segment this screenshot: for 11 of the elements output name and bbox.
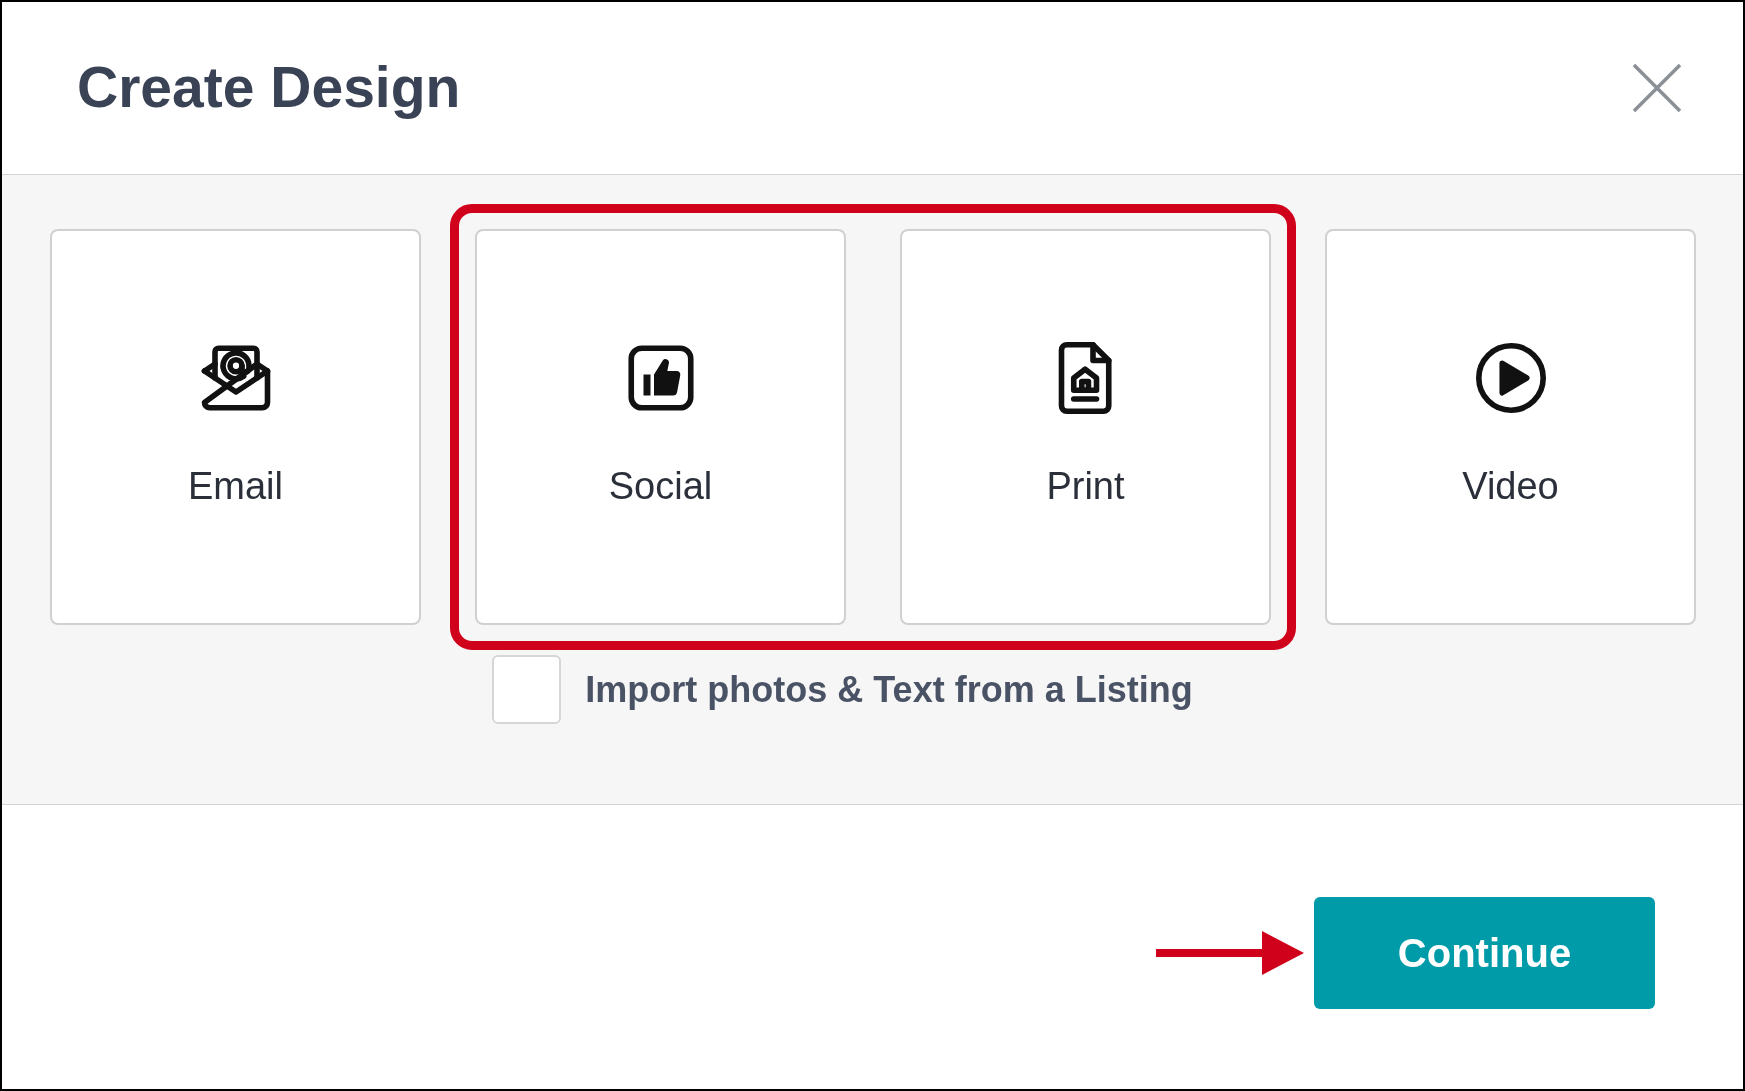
card-label: Print <box>1046 464 1125 509</box>
import-checkbox[interactable] <box>492 655 562 724</box>
design-type-card[interactable]: Social <box>475 229 846 625</box>
card-label: Social <box>608 464 713 509</box>
design-type-card[interactable]: Video <box>1325 229 1696 625</box>
card-label: Email <box>188 464 283 509</box>
card-label: Video <box>1462 464 1559 509</box>
import-label: Import photos & Text from a Listing <box>585 667 1193 712</box>
design-type-card[interactable]: Email <box>50 229 421 625</box>
design-type-card[interactable]: Print <box>900 229 1271 625</box>
dialog-title: Create Design <box>77 54 461 122</box>
